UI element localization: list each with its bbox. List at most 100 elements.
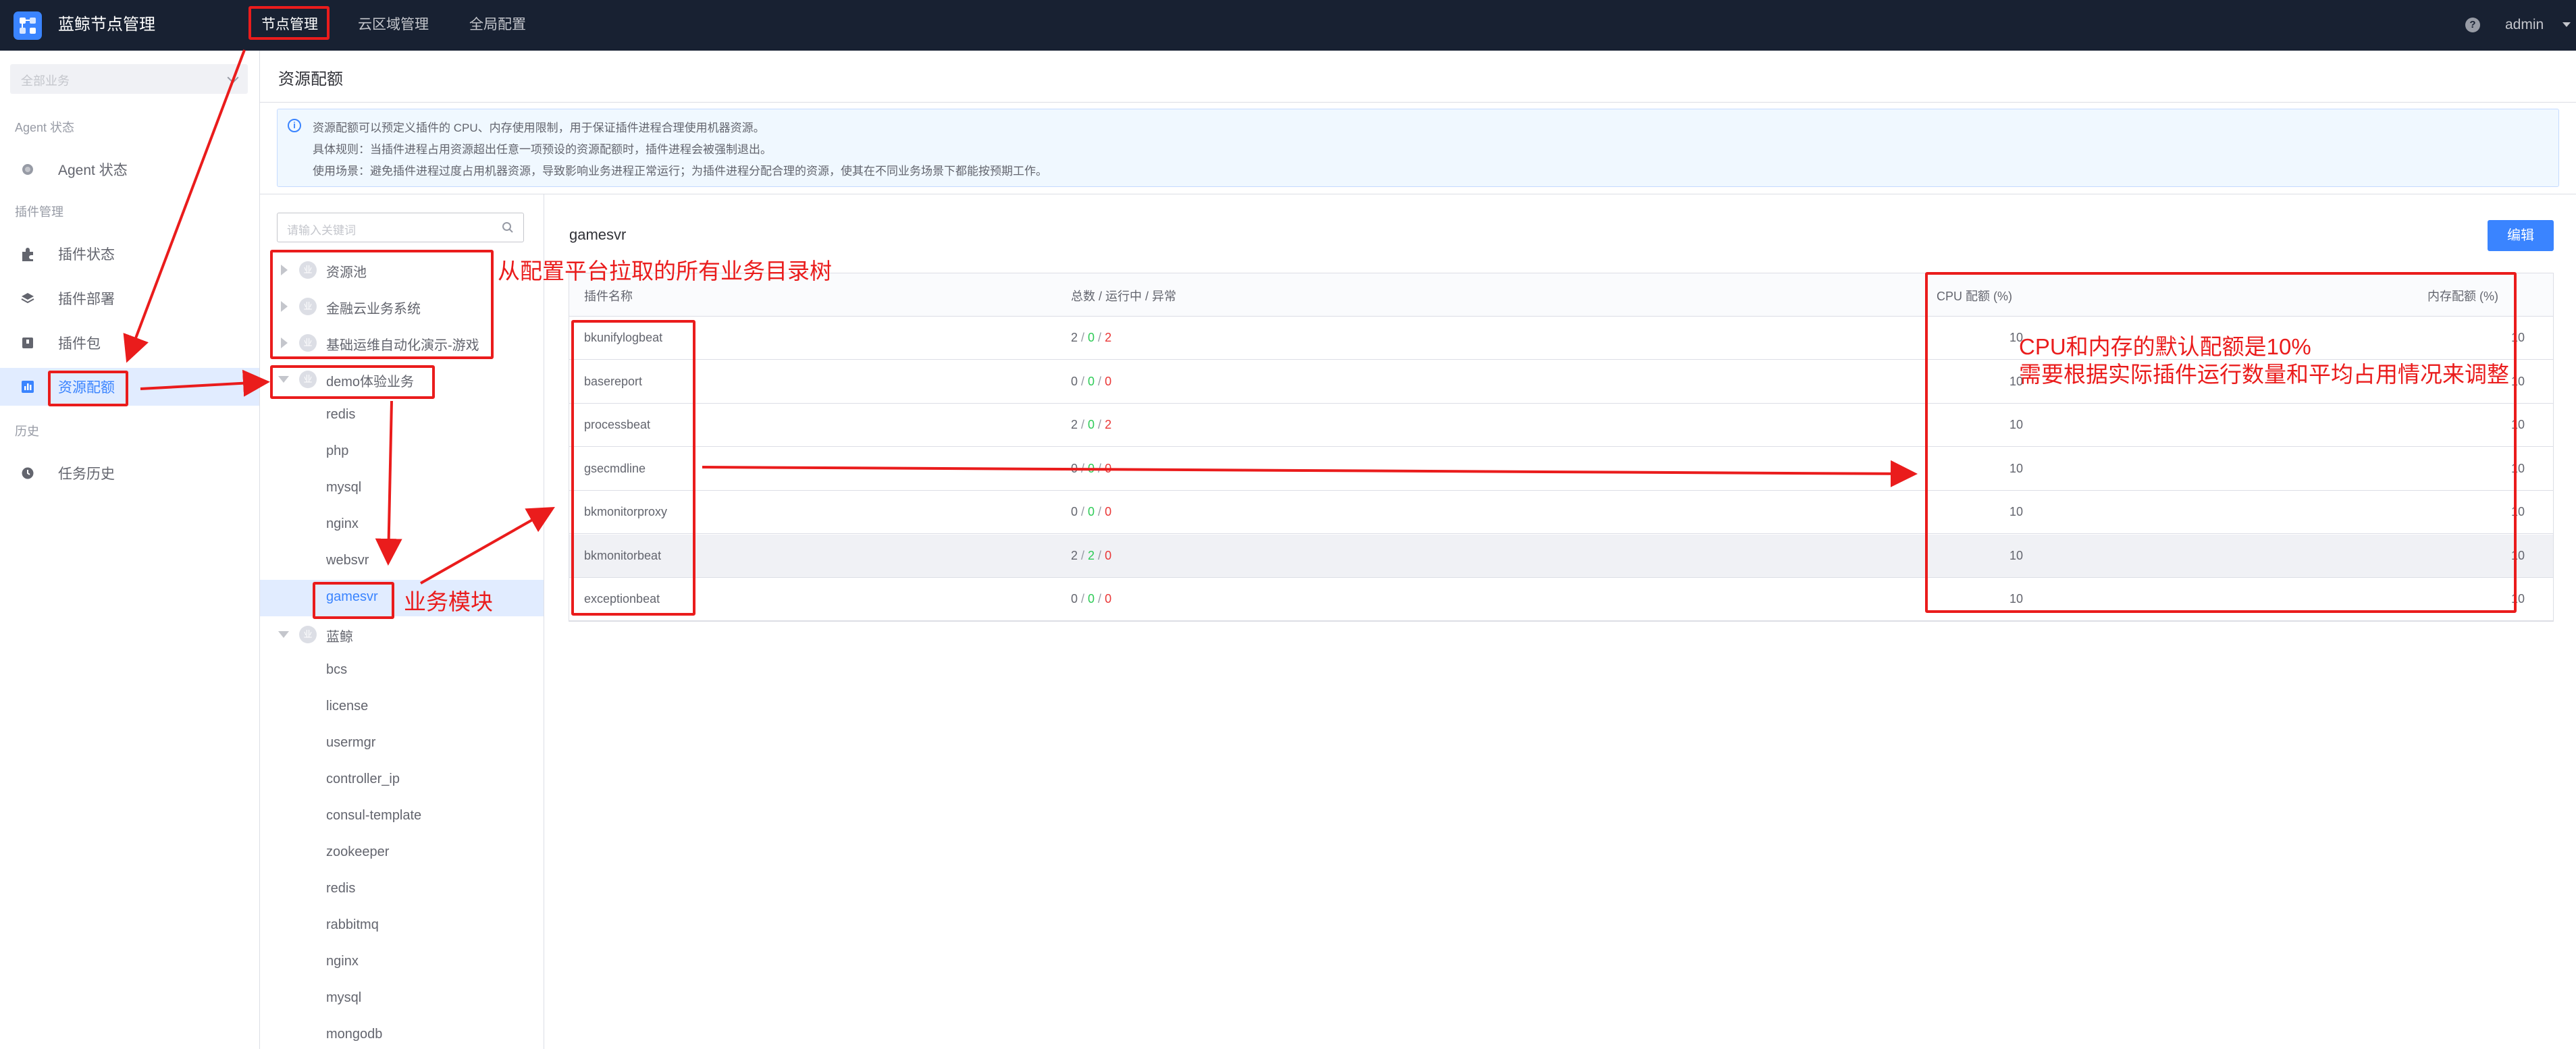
annotation-quota-note: 需要根据实际插件运行数量和平均占用情况来调整 <box>2019 362 2509 387</box>
notice-line: 具体规则：当插件进程占用资源超出任意一项预设的资源配额时，插件进程会被强制退出。 <box>313 143 772 156</box>
edit-button[interactable]: 编辑 <box>2488 220 2554 251</box>
tree-node-module[interactable]: php <box>260 434 544 470</box>
nav-cloud-area[interactable]: 云区域管理 <box>358 15 429 35</box>
user-menu[interactable]: admin <box>2505 15 2544 35</box>
annotation-quota-note: CPU和内存的默认配额是10% <box>2019 334 2311 359</box>
tree-node-module[interactable]: mongodb <box>260 1017 544 1049</box>
count-total: 2 <box>1071 418 1078 431</box>
count-error: 0 <box>1105 592 1112 606</box>
count-total: 0 <box>1071 505 1078 518</box>
circle-icon <box>20 161 36 178</box>
info-notice: i 资源配额可以预定义插件的 CPU、内存使用限制，用于保证插件进程合理使用机器… <box>277 109 2559 187</box>
app-root: 蓝鲸节点管理 节点管理 云区域管理 全局配置 ? admin 全部业务 Agen… <box>0 0 2576 1049</box>
tree-node-module[interactable]: redis <box>260 871 544 908</box>
annotation-box <box>1925 272 2517 613</box>
tree-node-module[interactable]: license <box>260 689 544 726</box>
count-running: 0 <box>1088 592 1095 606</box>
tree-node-label: mysql <box>326 480 362 495</box>
separator: / <box>1095 505 1105 518</box>
tree-node-label: redis <box>326 881 356 896</box>
sidebar: 全部业务 Agent 状态 Agent 状态 插件管理 插件状态 插件部署 插件… <box>0 51 260 1049</box>
count-error: 0 <box>1105 374 1112 388</box>
separator: / <box>1078 548 1088 562</box>
nav-global-config[interactable]: 全局配置 <box>469 15 526 35</box>
column-header-name: 插件名称 <box>584 290 633 303</box>
count-total: 0 <box>1071 374 1078 388</box>
chevron-down-icon <box>227 72 239 84</box>
sidebar-item-plugin-deploy[interactable]: 插件部署 <box>0 279 259 317</box>
chevron-down-icon[interactable] <box>2562 22 2571 27</box>
tree-node-label: consul-template <box>326 808 422 823</box>
search-icon[interactable] <box>502 221 514 234</box>
tree-node-module[interactable]: nginx <box>260 944 544 981</box>
app-logo-icon[interactable] <box>14 11 42 40</box>
tree-node-module[interactable]: rabbitmq <box>260 908 544 944</box>
sidebar-item-resource-quota[interactable]: 资源配额 <box>0 368 259 406</box>
top-navbar: 蓝鲸节点管理 节点管理 云区域管理 全局配置 ? admin <box>0 0 2576 51</box>
separator: / <box>1078 331 1088 344</box>
tree-node-label: zookeeper <box>326 844 390 859</box>
column-header-status: 总数 / 运行中 / 异常 <box>1071 290 1177 303</box>
tree-node-module[interactable]: websvr <box>260 543 544 580</box>
tree-node-module[interactable]: mysql <box>260 981 544 1017</box>
annotation-box <box>248 6 330 40</box>
annotation-box <box>270 250 494 359</box>
tree-node-module[interactable]: nginx <box>260 507 544 543</box>
annotation-module-note: 业务模块 <box>404 589 493 614</box>
count-running: 0 <box>1088 418 1095 431</box>
annotation-tree-note: 从配置平台拉取的所有业务目录树 <box>498 259 832 284</box>
info-icon: i <box>288 119 301 132</box>
annotation-box <box>270 365 435 399</box>
separator: / <box>1095 374 1105 388</box>
separator: / <box>1078 505 1088 518</box>
chevron-down-icon[interactable] <box>278 631 289 638</box>
tree-node-business[interactable]: 业 蓝鲸 <box>260 616 544 653</box>
tree-node-module-selected[interactable]: gamesvr <box>260 580 544 616</box>
tree-node-module[interactable]: redis <box>260 398 544 434</box>
tree-node-label: websvr <box>326 553 369 568</box>
tree-node-label: controller_ip <box>326 772 400 786</box>
app-title[interactable]: 蓝鲸节点管理 <box>58 14 155 36</box>
count-running: 0 <box>1088 505 1095 518</box>
help-icon[interactable]: ? <box>2465 18 2480 32</box>
status-counts: 0 / 0 / 0 <box>1071 592 1111 606</box>
quota-icon <box>20 379 36 395</box>
tree-node-label: nginx <box>326 516 359 531</box>
tree-node-module[interactable]: consul-template <box>260 799 544 835</box>
status-counts: 2 / 0 / 2 <box>1071 418 1111 432</box>
page-title: 资源配额 <box>278 70 343 88</box>
tree-node-label: rabbitmq <box>326 917 379 932</box>
count-error: 2 <box>1105 331 1112 344</box>
tree-node-module[interactable]: controller_ip <box>260 762 544 799</box>
tree-node-label: bcs <box>326 662 348 677</box>
sidebar-item-plugin-package[interactable]: 插件包 <box>0 324 259 362</box>
sidebar-item-label: 插件部署 <box>58 292 115 307</box>
count-running: 2 <box>1088 548 1095 562</box>
clock-icon <box>20 465 36 481</box>
notice-line: 资源配额可以预定义插件的 CPU、内存使用限制，用于保证插件进程合理使用机器资源… <box>313 122 765 134</box>
separator: / <box>1078 461 1088 475</box>
count-error: 0 <box>1105 461 1112 475</box>
annotation-box <box>571 320 695 616</box>
tree-node-label: license <box>326 699 369 714</box>
tree-search-placeholder: 请输入关键词 <box>287 224 356 237</box>
tree-node-module[interactable]: zookeeper <box>260 835 544 871</box>
tree-node-label: usermgr <box>326 735 376 750</box>
tree-node-module[interactable]: usermgr <box>260 726 544 762</box>
sidebar-item-plugin-status[interactable]: 插件状态 <box>0 235 259 273</box>
count-error: 0 <box>1105 548 1112 562</box>
tree-search-input[interactable]: 请输入关键词 <box>277 213 524 242</box>
tree-node-module[interactable]: bcs <box>260 653 544 689</box>
separator: / <box>1078 592 1088 606</box>
sidebar-item-task-history[interactable]: 任务历史 <box>0 454 259 492</box>
group-label-history: 历史 <box>15 425 39 438</box>
page-header: 资源配额 <box>260 51 2576 103</box>
annotation-box <box>313 582 394 619</box>
count-total: 0 <box>1071 592 1078 606</box>
separator: / <box>1095 592 1105 606</box>
sidebar-item-agent-status[interactable]: Agent 状态 <box>0 151 259 188</box>
sidebar-item-label: Agent 状态 <box>58 163 128 178</box>
tree-node-module[interactable]: mysql <box>260 470 544 507</box>
business-select[interactable]: 全部业务 <box>10 64 248 94</box>
module-title: gamesvr <box>569 226 627 243</box>
